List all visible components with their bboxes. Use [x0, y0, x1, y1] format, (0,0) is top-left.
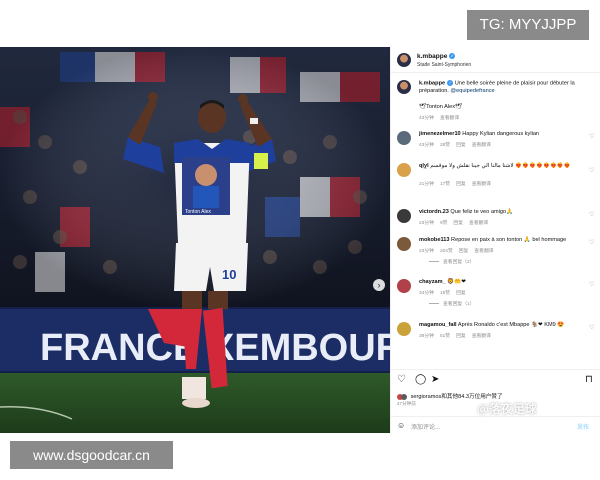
shirt-caption: Tonton Alex [185, 209, 211, 215]
comment-meta: 23分钟 204赞 回复 查看翻译 [419, 249, 494, 254]
comment-text: victordn.23 Que feliz te veo amigo🙏 [419, 209, 514, 215]
reply-button[interactable]: 回复 [459, 249, 469, 254]
comment-meta: 21分钟 17赞 回复 查看翻译 [419, 182, 491, 187]
caption-meta: 43分钟 查看翻译 [419, 116, 460, 121]
mention-link[interactable]: @equipedefrance [450, 88, 494, 94]
comment-meta: 38分钟 51赞 回复 查看翻译 [419, 334, 491, 339]
commenter-name[interactable]: victordn.23 [419, 209, 449, 215]
comment-meta: 34分钟 15赞 回复 [419, 291, 466, 296]
comment-like-icon[interactable]: ♡ [589, 239, 594, 246]
liker-avatar [401, 393, 407, 400]
photo-scene: FRANCE XEMBOURG [0, 47, 390, 433]
comment-likes[interactable]: 28赞 [440, 143, 450, 148]
comment-likes[interactable]: 15赞 [440, 291, 450, 296]
translate-link[interactable]: 查看翻译 [472, 334, 491, 339]
commenter-name[interactable]: jimenezelmer10 [419, 131, 461, 137]
watermark-overlay: @落夜足球 [477, 402, 537, 416]
verified-icon: ✓ [449, 53, 456, 60]
reply-button[interactable]: 回复 [456, 182, 466, 187]
translate-link[interactable]: 查看翻译 [474, 249, 493, 254]
view-replies-link[interactable]: 查看回复（2） [429, 258, 474, 265]
reply-button[interactable]: 回复 [456, 291, 466, 296]
caption-text: k.mbappe ✓ Une belle soirée pleine de pla… [419, 80, 575, 94]
comment-likes[interactable]: 204赞 [440, 249, 453, 254]
screenshot: TG: MYYJJPP FRANCE XEMBOUR Tonton Alex 1… [0, 0, 600, 480]
post-photo[interactable]: FRANCE XEMBOURG [0, 47, 390, 433]
comment-meta: 23分钟 9赞 回复 查看翻译 [419, 221, 489, 226]
author-name[interactable]: k.mbappe ✓ [417, 53, 456, 60]
watermark-bottom: www.dsgoodcar.cn [10, 441, 173, 469]
comment-input[interactable]: 添加评论... [411, 422, 440, 431]
commenter-avatar[interactable] [397, 237, 411, 251]
translate-link[interactable]: 查看翻译 [440, 116, 459, 121]
post-comment-button[interactable]: 发布 [577, 422, 589, 431]
post-header: k.mbappe ✓ Stade Saint-Symphorien [391, 47, 600, 73]
commenter-avatar[interactable] [397, 163, 411, 177]
bookmark-icon[interactable]: ⊓ [585, 375, 593, 385]
comment-likes[interactable]: 51赞 [440, 334, 450, 339]
comment-text: chayzam_ 🦁🤲❤ [419, 279, 466, 285]
translate-link[interactable]: 查看翻译 [469, 221, 488, 226]
reply-button[interactable]: 回复 [456, 334, 466, 339]
commenter-avatar[interactable] [397, 131, 411, 145]
post-date: 47分钟前 [397, 401, 416, 406]
view-replies-link[interactable]: 查看回复（1） [429, 300, 474, 307]
comment-icon[interactable]: ◯ [415, 375, 426, 385]
comment-like-icon[interactable]: ♡ [589, 133, 594, 140]
like-heart-icon[interactable]: ♡ [397, 375, 406, 385]
comment-like-icon[interactable]: ♡ [589, 211, 594, 218]
commenter-avatar[interactable] [397, 322, 411, 336]
reply-button[interactable]: 回复 [453, 221, 463, 226]
verified-icon: ✓ [447, 80, 454, 86]
reply-button[interactable]: 回复 [456, 143, 466, 148]
comment-text: mokobe113 Repose en paix à son tonton 🙏 … [419, 237, 567, 243]
likes-summary[interactable]: sergioramos和其他84.3万位用户赞了 [397, 392, 503, 400]
author-avatar[interactable] [397, 53, 411, 67]
comment-likes[interactable]: 17赞 [440, 182, 450, 187]
comment-likes[interactable]: 9赞 [440, 221, 447, 226]
share-icon[interactable]: ➤ [431, 375, 439, 385]
add-comment-row: ☺ 添加评论... 发布 [391, 416, 600, 434]
shirt-number: 10 [222, 267, 236, 282]
post-location[interactable]: Stade Saint-Symphorien [417, 62, 471, 68]
translate-link[interactable]: 查看翻译 [472, 143, 491, 148]
commenter-avatar[interactable] [397, 279, 411, 293]
comment-like-icon[interactable]: ♡ [589, 324, 594, 331]
commenter-name[interactable]: mokobe113 [419, 237, 449, 243]
comment-text: ql̲y̲l لاشنا مالنا الي جينا نقلش ولا موق… [419, 163, 571, 169]
caption-line2: 🕊Tonton Alex🕊 [419, 104, 463, 110]
commenter-name[interactable]: chayzam_ [419, 279, 446, 285]
translate-link[interactable]: 查看翻译 [472, 182, 491, 187]
comment-like-icon[interactable]: ♡ [589, 281, 594, 288]
post-sidebar: k.mbappe ✓ Stade Saint-Symphorien k.mbapp… [390, 47, 600, 433]
next-photo-arrow[interactable]: › [373, 279, 385, 291]
comment-like-icon[interactable]: ♡ [589, 167, 594, 174]
caption-avatar[interactable] [397, 80, 411, 94]
commenter-name[interactable]: magamou_fall [419, 322, 457, 328]
comment-meta: 43分钟 28赞 回复 查看翻译 [419, 143, 491, 148]
comment-text: jimenezelmer10 Happy Kylian dangerous ky… [419, 131, 540, 137]
emoji-icon[interactable]: ☺ [397, 421, 405, 430]
commenter-name[interactable]: ql̲y̲l [419, 163, 429, 169]
watermark-top: TG: MYYJJPP [467, 10, 589, 40]
comment-text: magamou_fall Après Ronaldo c'est Mbappe … [419, 322, 565, 328]
commenter-avatar[interactable] [397, 209, 411, 223]
